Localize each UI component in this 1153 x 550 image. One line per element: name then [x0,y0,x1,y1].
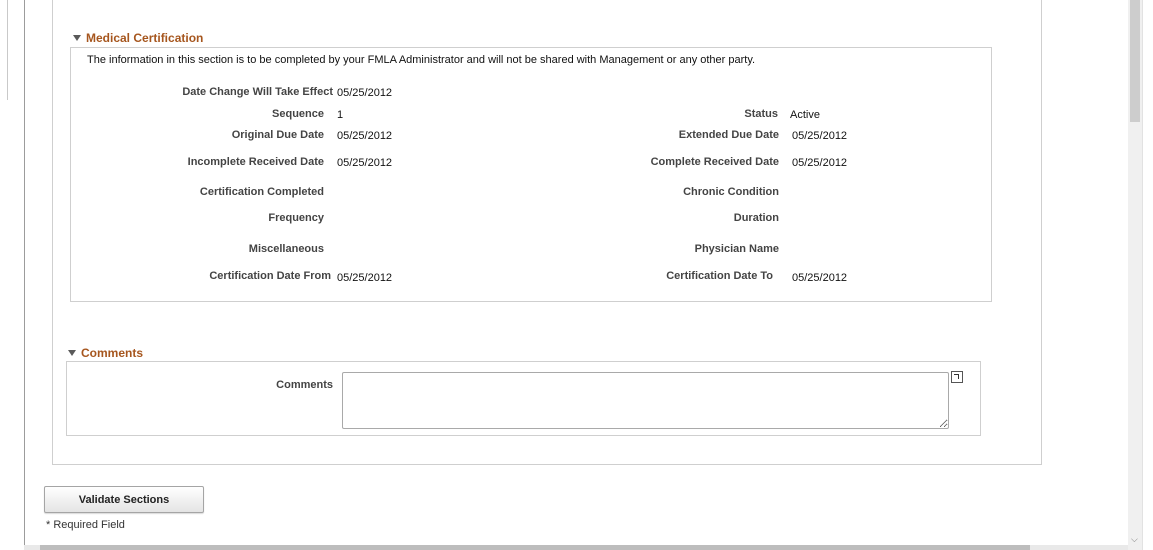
validate-sections-button[interactable]: Validate Sections [44,486,204,513]
collapse-triangle-icon [68,350,76,356]
date-change-value: 05/25/2012 [337,87,393,99]
horizontal-scrollbar-thumb[interactable] [40,545,1030,550]
expand-icon[interactable] [951,371,963,383]
complete-received-date-label: Complete Received Date [650,156,779,168]
certification-date-from-label: Certification Date From [209,270,331,282]
medical-certification-header[interactable]: Medical Certification [73,31,203,45]
medical-certification-title: Medical Certification [86,31,204,45]
original-due-date-value: 05/25/2012 [337,130,393,142]
required-field-note: * Required Field [46,519,125,531]
comments-textarea[interactable] [342,372,949,429]
comments-title: Comments [81,346,144,360]
miscellaneous-label: Miscellaneous [248,243,324,255]
incomplete-received-date-label: Incomplete Received Date [187,156,324,168]
certification-date-to-label: Certification Date To [666,270,773,282]
comments-label: Comments [276,379,333,391]
horizontal-scrollbar[interactable] [24,545,1128,550]
physician-name-label: Physician Name [694,243,779,255]
certification-date-from-value: 05/25/2012 [337,272,393,284]
status-value: Active [790,109,820,121]
frequency-label: Frequency [268,212,324,224]
certification-completed-label: Certification Completed [199,186,324,198]
certification-date-to-value: 05/25/2012 [792,272,848,284]
status-label: Status [744,108,778,120]
complete-received-date-value: 05/25/2012 [792,157,848,169]
background-page-edge [0,0,24,550]
comments-header[interactable]: Comments [68,346,143,360]
info-text: The information in this section is to be… [87,54,756,66]
sequence-label: Sequence [272,108,324,120]
background-divider [7,0,8,100]
scroll-down-arrow-icon[interactable]: ⌵ [1131,534,1138,545]
vertical-scrollbar[interactable]: ⌵ [1128,0,1142,550]
duration-label: Duration [733,212,779,224]
extended-due-date-label: Extended Due Date [678,129,779,141]
scrollbar-thumb[interactable] [1130,0,1140,122]
collapse-triangle-icon [73,35,81,41]
chronic-condition-label: Chronic Condition [683,186,779,198]
original-due-date-label: Original Due Date [231,129,324,141]
date-change-label: Date Change Will Take Effect [182,86,333,98]
extended-due-date-value: 05/25/2012 [792,130,848,142]
incomplete-received-date-value: 05/25/2012 [337,157,393,169]
right-gutter [1142,0,1153,550]
sequence-value: 1 [337,109,344,121]
